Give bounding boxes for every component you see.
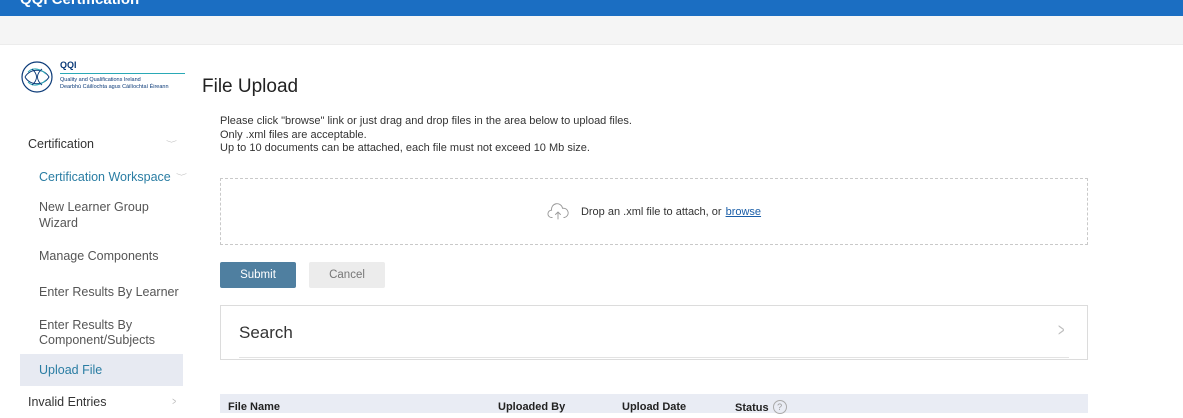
page-title: File Upload <box>202 76 299 97</box>
chevron-down-icon: ﹀ <box>176 173 187 181</box>
sidebar-item-certification-workspace[interactable]: Certification Workspace ﹀ <box>20 160 187 194</box>
search-panel[interactable]: Search > <box>220 305 1088 360</box>
sidebar-item-enter-results-by-component[interactable]: Enter Results By Component/Subjects <box>20 310 170 354</box>
chevron-right-icon: > <box>171 396 176 408</box>
cancel-button[interactable]: Cancel <box>309 262 385 288</box>
sidebar-item-enter-results-by-learner[interactable]: Enter Results By Learner <box>20 274 183 310</box>
sidebar-item-label: Invalid Entries <box>28 395 107 409</box>
logo-name-english: Quality and Qualifications Ireland <box>60 77 141 83</box>
cloud-upload-icon <box>547 202 569 219</box>
sidebar-item-label: Certification <box>28 137 94 151</box>
instruction-line: Please click "browse" link or just drag … <box>220 115 632 127</box>
logo-divider <box>60 73 185 74</box>
logo-brand: QQI <box>60 60 77 70</box>
sidebar-item-label: Certification Workspace <box>39 170 171 184</box>
chevron-down-icon: ﹀ <box>166 140 177 148</box>
column-header-status-label: Status <box>735 402 769 414</box>
sidebar-item-manage-components[interactable]: Manage Components <box>20 238 183 274</box>
qqi-logo-mark-icon <box>21 61 53 93</box>
sidebar-item-label: Manage Components <box>39 249 159 263</box>
browse-link[interactable]: browse <box>726 206 761 218</box>
help-icon[interactable]: ? <box>772 400 787 414</box>
drop-zone-text: Drop an .xml file to attach, or <box>580 205 722 218</box>
sidebar-item-certification[interactable]: Certification ﹀ <box>20 128 183 160</box>
sub-header-bar <box>0 16 1183 45</box>
search-panel-title: Search <box>239 323 293 342</box>
upload-instructions: Please click "browse" link or just drag … <box>220 115 632 156</box>
instruction-line: Only .xml files are acceptable. <box>220 128 367 141</box>
app-title: QQI Certification <box>20 0 139 8</box>
sidebar-item-label: Enter Results By Component/Subjects <box>39 318 156 347</box>
sidebar-nav: Certification ﹀ Certification Workspace … <box>20 128 187 418</box>
qqi-logo[interactable]: QQI Quality and Qualifications Ireland D… <box>20 58 185 98</box>
column-header-file-name[interactable]: File Name <box>228 401 280 413</box>
submit-button[interactable]: Submit <box>220 262 296 288</box>
file-table-header: File Name Uploaded By Upload Date Status… <box>220 394 1088 414</box>
file-drop-zone[interactable]: Drop an .xml file to attach, or browse <box>220 178 1088 245</box>
logo-name-irish: Dearbhú Cáilíochta agus Cáilíochtaí Éire… <box>60 84 169 90</box>
sidebar-item-label: Upload File <box>39 363 103 377</box>
search-panel-divider <box>239 357 1069 358</box>
top-app-bar: QQI Certification <box>0 0 1183 16</box>
chevron-right-icon[interactable]: > <box>1059 320 1065 341</box>
sidebar-item-label: Enter Results By Learner <box>39 285 179 299</box>
sidebar-item-invalid-entries[interactable]: Invalid Entries > <box>20 386 183 418</box>
sidebar-item-label: New Learner Group Wizard <box>39 200 149 230</box>
column-header-uploaded-by[interactable]: Uploaded By <box>498 401 565 413</box>
sidebar-item-upload-file[interactable]: Upload File <box>20 354 183 386</box>
column-header-upload-date[interactable]: Upload Date <box>622 401 686 413</box>
instruction-line: Up to 10 documents can be attached, each… <box>220 142 590 154</box>
sidebar-item-new-learner-group-wizard[interactable]: New Learner Group Wizard <box>20 194 160 238</box>
